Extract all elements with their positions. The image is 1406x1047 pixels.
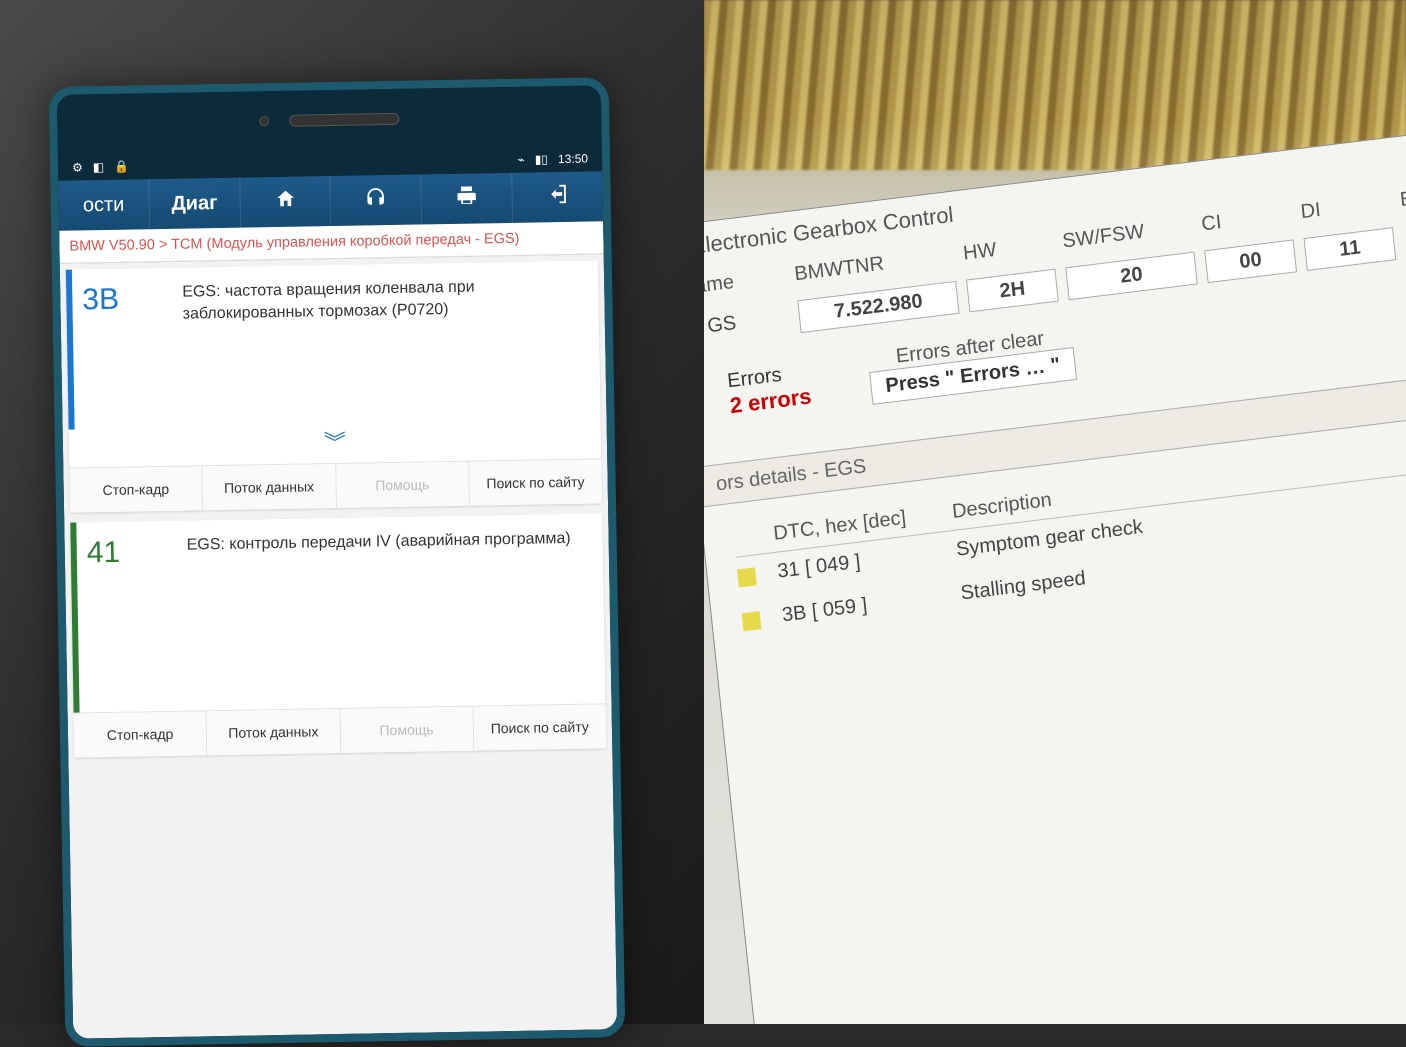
label-ci: CI — [1200, 203, 1292, 237]
value-hw: 2H — [966, 269, 1059, 313]
value-name: GS — [704, 302, 791, 346]
lock-icon: 🔒 — [114, 160, 129, 174]
fault-list[interactable]: 3B EGS: частота вращения коленвала при з… — [60, 254, 617, 1038]
label-hw: HW — [962, 232, 1054, 266]
support-button[interactable] — [331, 174, 423, 226]
desktop-wallpaper — [704, 0, 1406, 170]
tablet-photo: ⚙ ◧ 🔒 ⌁ ▮▯ 13:50 ости Диаг — [0, 0, 704, 1024]
exit-button[interactable] — [512, 171, 603, 223]
pc-photo: Electronic Gearbox Control ame BMWTNR HW… — [704, 0, 1406, 1024]
search-button[interactable]: Поиск по сайту — [469, 459, 602, 505]
tablet-bezel — [57, 85, 602, 154]
severity-stripe — [70, 523, 79, 713]
fault-code: 41 — [87, 535, 150, 698]
freeze-frame-button[interactable]: Стоп-кадр — [74, 711, 208, 757]
nav-tab-1[interactable]: ости — [58, 179, 150, 231]
headset-icon — [365, 186, 387, 214]
print-button[interactable] — [422, 173, 514, 225]
clock-text: 13:50 — [558, 152, 588, 167]
camera-icon — [259, 116, 269, 126]
nav-tab-diag[interactable]: Диаг — [149, 178, 241, 230]
help-button: Помощь — [340, 707, 474, 753]
gear-icon: ⚙ — [72, 160, 83, 174]
status-square-icon — [737, 567, 757, 587]
severity-stripe — [66, 270, 75, 430]
label-di: DI — [1300, 190, 1392, 224]
bluetooth-icon: ⌁ — [517, 153, 524, 167]
label-name: ame — [704, 265, 786, 299]
speaker-icon — [289, 113, 399, 127]
apps-icon: ◧ — [93, 160, 105, 174]
fault-card-41[interactable]: 41 EGS: контроль передачи IV (аварийная … — [70, 513, 606, 757]
value-ci: 00 — [1204, 239, 1297, 283]
status-square-icon — [742, 611, 762, 631]
diagnostic-window: Electronic Gearbox Control ame BMWTNR HW… — [704, 130, 1406, 1024]
value-bmwtnr: 7.522.980 — [797, 281, 959, 333]
chevron-down-icon: ︾ — [324, 430, 346, 455]
fault-description: EGS: контроль передачи IV (аварийная про… — [186, 528, 589, 697]
search-button[interactable]: Поиск по сайту — [473, 704, 606, 750]
freeze-frame-button[interactable]: Стоп-кадр — [69, 466, 203, 512]
home-button[interactable] — [240, 176, 332, 228]
printer-icon — [456, 184, 478, 212]
data-stream-button[interactable]: Поток данных — [207, 709, 341, 755]
value-di: 11 — [1304, 227, 1397, 271]
label-bi: BI — [1399, 178, 1406, 212]
home-icon — [274, 188, 296, 216]
card-toolbar: Стоп-кадр Поток данных Помощь Поиск по с… — [69, 458, 602, 512]
fault-code: 3B — [82, 282, 144, 415]
data-stream-button[interactable]: Поток данных — [203, 464, 337, 510]
exit-icon — [546, 183, 568, 211]
fault-description: EGS: частота вращения коленвала при забл… — [182, 275, 584, 414]
value-swfsw: 20 — [1065, 252, 1198, 301]
tablet-device: ⚙ ◧ 🔒 ⌁ ▮▯ 13:50 ости Диаг — [49, 77, 626, 1047]
card-toolbar: Стоп-кадр Поток данных Помощь Поиск по с… — [74, 703, 607, 757]
help-button: Помощь — [336, 462, 470, 508]
fault-card-3b[interactable]: 3B EGS: частота вращения коленвала при з… — [66, 260, 602, 512]
battery-icon: ▮▯ — [535, 152, 548, 166]
